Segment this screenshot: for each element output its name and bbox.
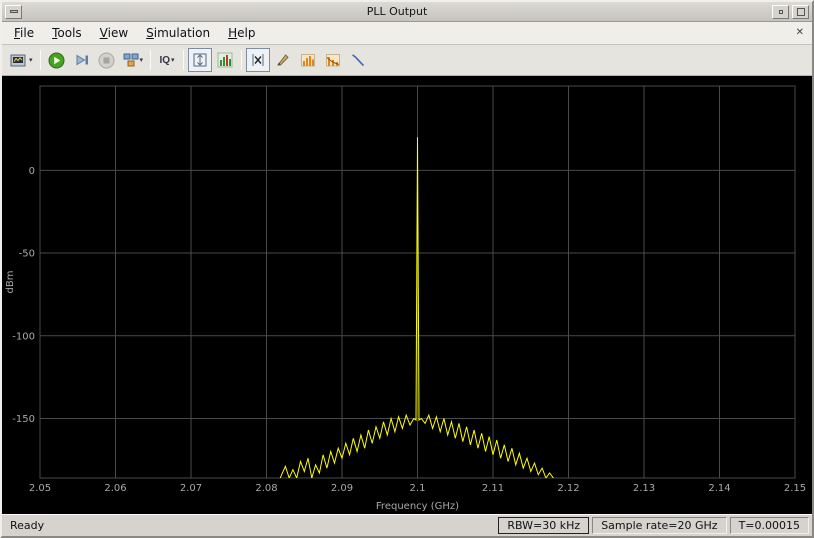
- run-icon: [48, 52, 65, 68]
- dropdown-caret-icon: ▾: [139, 57, 144, 64]
- minimize-button[interactable]: [772, 4, 789, 19]
- window-title: PLL Output: [366, 5, 428, 18]
- toolbar-separator: [150, 50, 152, 70]
- statusbar: Ready RBW=30 kHz Sample rate=20 GHz T=0.…: [2, 514, 812, 536]
- spectrum-settings-button[interactable]: [213, 48, 237, 72]
- svg-text:2.07: 2.07: [180, 483, 202, 494]
- autoscale-icon: [193, 53, 207, 67]
- menu-item-tools[interactable]: Tools: [44, 23, 90, 43]
- svg-text:2.05: 2.05: [29, 483, 51, 494]
- svg-text:2.12: 2.12: [557, 483, 579, 494]
- peak-finder-button[interactable]: [271, 48, 295, 72]
- svg-text:2.13: 2.13: [633, 483, 655, 494]
- step-forward-button[interactable]: [70, 48, 94, 72]
- scope-settings-button[interactable]: ▾: [7, 48, 36, 72]
- toolbar-separator: [39, 50, 41, 70]
- iq-icon: IQ: [159, 54, 171, 66]
- status-rbw: RBW=30 kHz: [498, 517, 590, 534]
- toolbar-separator: [241, 50, 243, 70]
- maximize-icon: [796, 7, 805, 16]
- menu-item-help[interactable]: Help: [220, 23, 263, 43]
- dropdown-caret-icon: ▾: [29, 57, 33, 64]
- svg-text:2.1: 2.1: [410, 483, 426, 494]
- svg-text:-100: -100: [12, 331, 35, 342]
- svg-text:-50: -50: [19, 249, 35, 260]
- channel-measurements-button[interactable]: [296, 48, 320, 72]
- window-menu-button[interactable]: [5, 4, 22, 19]
- scope-settings-icon: [10, 54, 26, 66]
- stop-icon: [98, 52, 115, 68]
- pll-output-window: PLL Output File Tools View Simulation He…: [0, 0, 814, 538]
- minimize-icon: [778, 9, 783, 14]
- window-menu-icon: [9, 10, 18, 13]
- svg-text:0: 0: [29, 166, 35, 177]
- dropdown-caret-icon: ▾: [171, 57, 175, 64]
- run-button[interactable]: [45, 48, 69, 72]
- menu-item-view[interactable]: View: [92, 23, 136, 43]
- stop-button[interactable]: [95, 48, 119, 72]
- peak-finder-icon: [277, 54, 289, 66]
- status-time: T=0.00015: [729, 517, 809, 534]
- simulation-source-button[interactable]: ▾: [120, 48, 147, 72]
- status-sample-rate: Sample rate=20 GHz: [592, 517, 727, 534]
- distortion-measurements-icon: [326, 54, 341, 67]
- step-forward-icon: [76, 54, 88, 66]
- ccdf-measurements-button[interactable]: [346, 48, 370, 72]
- cursor-measurements-icon: [252, 54, 264, 66]
- spectrum-plot: 2.05 2.06 2.07 2.08 2.09 2.1 2.11 2.12 2.13 2.14 2…: [5, 85, 806, 512]
- spectrum-settings-icon: [217, 52, 233, 68]
- svg-text:2.11: 2.11: [482, 483, 504, 494]
- channel-measurements-icon: [301, 54, 316, 67]
- svg-text:2.14: 2.14: [708, 483, 730, 494]
- ccdf-measurements-icon: [352, 54, 365, 67]
- maximize-button[interactable]: [792, 4, 809, 19]
- cursor-measurements-button[interactable]: [246, 48, 271, 72]
- titlebar: PLL Output: [2, 2, 812, 22]
- svg-text:2.08: 2.08: [255, 483, 277, 494]
- svg-text:2.09: 2.09: [331, 483, 353, 494]
- distortion-measurements-button[interactable]: [321, 48, 345, 72]
- menu-item-file[interactable]: File: [6, 23, 42, 43]
- svg-text:dBm: dBm: [5, 271, 16, 294]
- svg-text:2.15: 2.15: [784, 483, 806, 494]
- simulation-source-icon: [123, 53, 139, 67]
- toolbar-separator: [183, 50, 185, 70]
- toolbar: ▾ ▾ IQ ▾: [2, 45, 812, 76]
- svg-text:-150: -150: [12, 414, 35, 425]
- menu-item-simulation[interactable]: Simulation: [138, 23, 218, 43]
- menubar-close-icon[interactable]: ✕: [793, 26, 807, 40]
- menubar: File Tools View Simulation Help ✕: [2, 22, 812, 45]
- status-ready: Ready: [10, 519, 45, 532]
- autoscale-button[interactable]: [188, 48, 213, 72]
- svg-text:Frequency (GHz): Frequency (GHz): [376, 501, 459, 512]
- svg-text:2.06: 2.06: [104, 483, 126, 494]
- plot-area: 2.05 2.06 2.07 2.08 2.09 2.1 2.11 2.12 2.13 2.14 2…: [2, 76, 812, 514]
- input-settings-button[interactable]: IQ ▾: [155, 48, 179, 72]
